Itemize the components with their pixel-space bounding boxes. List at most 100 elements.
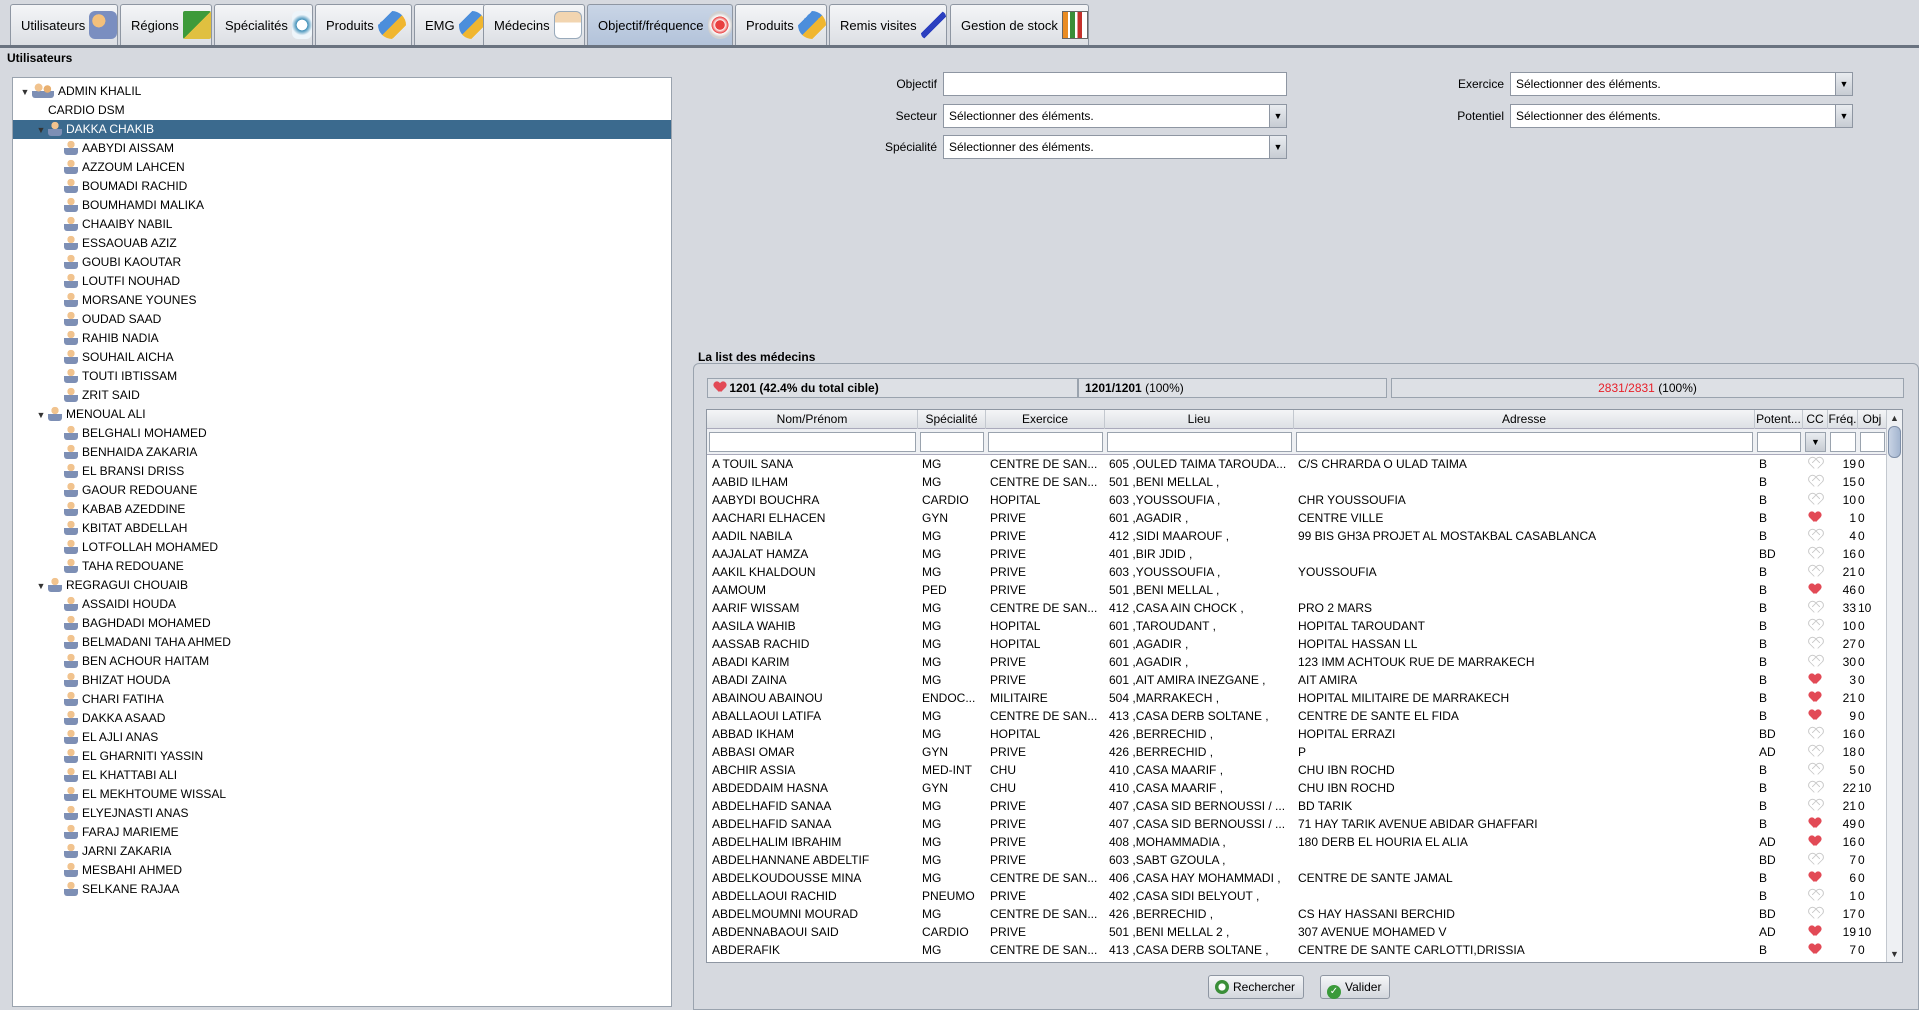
secteur-select[interactable]: Sélectionner des éléments. ▼ <box>943 104 1287 128</box>
table-row[interactable]: A TOUIL SANA MG CENTRE DE SAN... 605 ,OULED… <box>707 455 1888 473</box>
cc-cell[interactable] <box>1803 671 1826 689</box>
column-header[interactable]: Obj <box>1858 410 1887 429</box>
cc-cell[interactable] <box>1803 923 1826 941</box>
tree-node[interactable]: TAHA REDOUANE <box>13 557 184 576</box>
table-row[interactable]: AADIL NABILA MG PRIVE 412 ,SIDI MAAROUF , 99… <box>707 527 1888 545</box>
tree-node[interactable]: KBITAT ABDELLAH <box>13 519 187 538</box>
cc-cell[interactable] <box>1803 743 1826 761</box>
cc-cell[interactable] <box>1803 653 1826 671</box>
cc-cell[interactable] <box>1803 833 1826 851</box>
table-row[interactable]: ABDENNABAOUI SAID CARDIO PRIVE 501 ,BENI ME… <box>707 923 1888 941</box>
tree-node[interactable]: LOUTFI NOUHAD <box>13 272 180 291</box>
tree-node[interactable]: ASSAIDI HOUDA <box>13 595 176 614</box>
cc-cell[interactable] <box>1803 851 1826 869</box>
tree-node[interactable]: ▼ DAKKA CHAKIB <box>13 120 671 139</box>
cc-cell[interactable] <box>1803 887 1826 905</box>
tree-node[interactable]: EL BRANSI DRISS <box>13 462 184 481</box>
tree-node[interactable]: EL GHARNITI YASSIN <box>13 747 203 766</box>
potentiel-select[interactable]: Sélectionner des éléments. ▼ <box>1510 104 1853 128</box>
column-header[interactable]: Lieu <box>1105 410 1294 429</box>
cc-cell[interactable] <box>1803 599 1826 617</box>
table-row[interactable]: ABADI KARIM MG PRIVE 601 ,AGADIR , 123 IMM A… <box>707 653 1888 671</box>
tab-produits[interactable]: Produits <box>315 4 412 45</box>
column-header[interactable]: Exercice <box>986 410 1105 429</box>
table-row[interactable]: AAMOUM PED PRIVE 501 ,BENI MELLAL , B 46 0 <box>707 581 1888 599</box>
column-header[interactable]: Potent... <box>1755 410 1803 429</box>
tree-node[interactable]: BAGHDADI MOHAMED <box>13 614 211 633</box>
table-row[interactable]: AAKIL KHALDOUN MG PRIVE 603 ,YOUSSOUFIA , YO… <box>707 563 1888 581</box>
cc-cell[interactable] <box>1803 527 1826 545</box>
cc-cell[interactable] <box>1803 617 1826 635</box>
table-row[interactable]: ABDELKOUDOUSSE MINA MG CENTRE DE SAN... 406… <box>707 869 1888 887</box>
table-row[interactable]: ABDELLAOUI RACHID PNEUMO PRIVE 402 ,CASA SI… <box>707 887 1888 905</box>
cc-filter-dropdown[interactable]: ▼ <box>1805 432 1826 452</box>
tree-node[interactable]: EL AJLI ANAS <box>13 728 158 747</box>
tree-node[interactable]: KABAB AZEDDINE <box>13 500 185 519</box>
column-header[interactable]: Fréq. <box>1828 410 1858 429</box>
tree-node[interactable]: ▼ REGRAGUI CHOUAIB <box>13 576 188 595</box>
doctors-table[interactable]: Nom/Prénom Spécialité Exercice Lieu Adresse P… <box>706 409 1903 963</box>
tree-node[interactable]: SELKANE RAJAA <box>13 880 179 899</box>
cc-cell[interactable] <box>1803 869 1826 887</box>
tab-regions[interactable]: Régions <box>120 4 212 45</box>
chevron-down-icon[interactable]: ▼ <box>1835 105 1852 127</box>
table-row[interactable]: AASILA WAHIB MG HOPITAL 601 ,TAROUDANT , HOP… <box>707 617 1888 635</box>
cc-cell[interactable] <box>1803 797 1826 815</box>
table-row[interactable]: ABDERAFIK MG CENTRE DE SAN... 413 ,CASA DER… <box>707 941 1888 959</box>
table-row[interactable]: AACHARI ELHACEN GYN PRIVE 601 ,AGADIR , CENT… <box>707 509 1888 527</box>
column-filter-input[interactable] <box>1860 432 1885 452</box>
table-row[interactable]: ABBAD IKHAM MG HOPITAL 426 ,BERRECHID , HOPI… <box>707 725 1888 743</box>
table-row[interactable]: ABDELHALIM IBRAHIM MG PRIVE 408 ,MOHAMMADIA… <box>707 833 1888 851</box>
table-row[interactable]: ABAINOU ABAINOU ENDOC... MILITAIRE 504 ,MAR… <box>707 689 1888 707</box>
cc-cell[interactable] <box>1803 509 1826 527</box>
expand-toggle-icon[interactable]: ▼ <box>34 406 48 425</box>
table-row[interactable]: AABYDI BOUCHRA CARDIO HOPITAL 603 ,YOUSSOUF… <box>707 491 1888 509</box>
tree-node[interactable]: FARAJ MARIEME <box>13 823 179 842</box>
tree-node[interactable]: BELMADANI TAHA AHMED <box>13 633 231 652</box>
table-row[interactable]: ABDELHAFID SANAA MG PRIVE 407 ,CASA SID BER… <box>707 815 1888 833</box>
expand-toggle-icon[interactable]: ▼ <box>34 577 48 596</box>
cc-cell[interactable] <box>1803 581 1826 599</box>
table-row[interactable]: ABCHIR ASSIA MED-INT CHU 410 ,CASA MAARIF ,… <box>707 761 1888 779</box>
cc-cell[interactable] <box>1803 815 1826 833</box>
cc-cell[interactable] <box>1803 707 1826 725</box>
tree-node[interactable]: CHAAIBY NABIL <box>13 215 172 234</box>
expand-toggle-icon[interactable]: ▼ <box>18 83 32 102</box>
objectif-input[interactable] <box>943 72 1287 96</box>
table-row[interactable]: AABID ILHAM MG CENTRE DE SAN... 501 ,BENI M… <box>707 473 1888 491</box>
tree-node[interactable]: ESSAOUAB AZIZ <box>13 234 177 253</box>
cc-cell[interactable] <box>1803 563 1826 581</box>
column-filter-input[interactable] <box>920 432 984 452</box>
tree-node[interactable]: MORSANE YOUNES <box>13 291 196 310</box>
expand-toggle-icon[interactable]: ▼ <box>34 121 48 140</box>
table-row[interactable]: AASSAB RACHID MG HOPITAL 601 ,AGADIR , HOPIT… <box>707 635 1888 653</box>
column-header[interactable]: Spécialité <box>918 410 986 429</box>
tab-specialites[interactable]: Spécialités <box>214 4 313 45</box>
tab-medecins[interactable]: Médecins <box>483 4 585 45</box>
table-row[interactable]: ABBASI OMAR GYN PRIVE 426 ,BERRECHID , P AD 18… <box>707 743 1888 761</box>
tree-node[interactable]: ▼ MENOUAL ALI <box>13 405 146 424</box>
tree-node[interactable]: AZZOUM LAHCEN <box>13 158 185 177</box>
table-row[interactable]: ABDELMOUMNI MOURAD MG CENTRE DE SAN... 426 … <box>707 905 1888 923</box>
table-row[interactable]: ABALLAOUI LATIFA MG CENTRE DE SAN... 413 ,C… <box>707 707 1888 725</box>
cc-cell[interactable] <box>1803 725 1826 743</box>
tree-node[interactable]: CARDIO DSM <box>13 101 125 120</box>
column-filter-input[interactable] <box>709 432 916 452</box>
tab-gestion-de-stock[interactable]: Gestion de stock <box>950 4 1089 45</box>
cc-cell[interactable] <box>1803 761 1826 779</box>
tree-node[interactable]: BOUMADI RACHID <box>13 177 187 196</box>
tab-utilisateurs[interactable]: Utilisateurs <box>10 4 118 45</box>
column-header[interactable]: Adresse <box>1294 410 1755 429</box>
tab-produits-2[interactable]: Produits <box>735 4 827 45</box>
scroll-down-icon[interactable]: ▼ <box>1887 946 1902 962</box>
tree-node[interactable]: BOUMHAMDI MALIKA <box>13 196 204 215</box>
users-tree[interactable]: ▼ ADMIN KHALIL CARDIO DSM ▼ DAKKA CHAKIB AABY… <box>12 77 672 1007</box>
validate-button[interactable]: ✓ Valider <box>1320 975 1391 999</box>
tree-node[interactable]: GOUBI KAOUTAR <box>13 253 181 272</box>
tab-remis-visites[interactable]: Remis visites <box>829 4 947 45</box>
tab-emg[interactable]: EMG <box>414 4 486 45</box>
tree-node[interactable]: GAOUR REDOUANE <box>13 481 197 500</box>
tab-objectif-frequence[interactable]: Objectif/fréquence <box>587 4 733 45</box>
cc-cell[interactable] <box>1803 473 1826 491</box>
column-filter-input[interactable] <box>1296 432 1753 452</box>
